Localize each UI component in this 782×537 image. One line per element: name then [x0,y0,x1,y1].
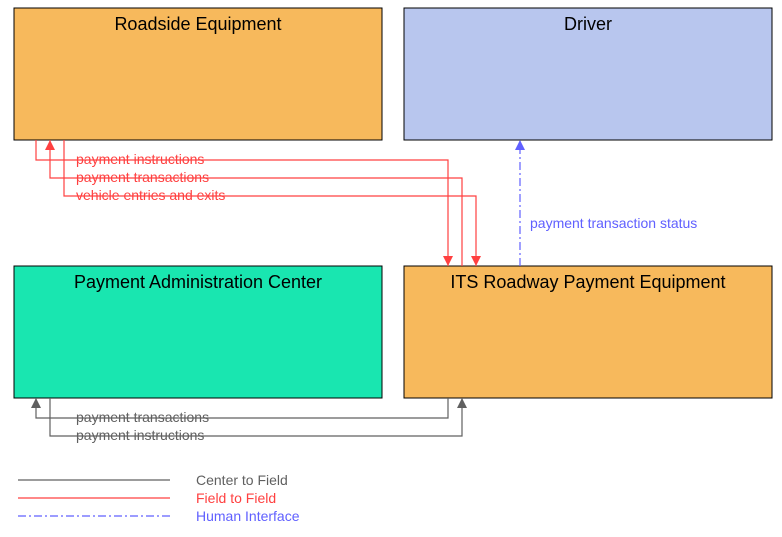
flow-payment-transaction-status: payment transaction status [515,140,697,266]
flow-label: vehicle entries and exits [76,187,225,203]
node-its-roadway-payment: ITS Roadway Payment Equipment [404,266,772,398]
legend-human-interface: Human Interface [196,508,300,524]
node-roadside-label: Roadside Equipment [114,14,281,34]
legend-field-to-field: Field to Field [196,490,276,506]
node-payadmin-label: Payment Administration Center [74,272,322,292]
node-driver-label: Driver [564,14,612,34]
node-itspay-label: ITS Roadway Payment Equipment [450,272,725,292]
flow-label: payment transactions [76,409,209,425]
flow-label: payment transactions [76,169,209,185]
flow-label: payment instructions [76,427,204,443]
flow-label: payment transaction status [530,215,697,231]
node-driver: Driver [404,8,772,140]
node-roadside-equipment: Roadside Equipment [14,8,382,140]
flow-payment-transactions-its-to-pac: payment transactions [31,398,448,425]
node-payment-admin-center: Payment Administration Center [14,266,382,398]
flow-payment-instructions-rs-to-its: payment instructions [36,140,453,266]
architecture-diagram: Roadside Equipment Driver Payment Admini… [0,0,782,537]
legend: Center to Field Field to Field Human Int… [18,472,300,524]
legend-center-to-field: Center to Field [196,472,288,488]
flow-label: payment instructions [76,151,204,167]
